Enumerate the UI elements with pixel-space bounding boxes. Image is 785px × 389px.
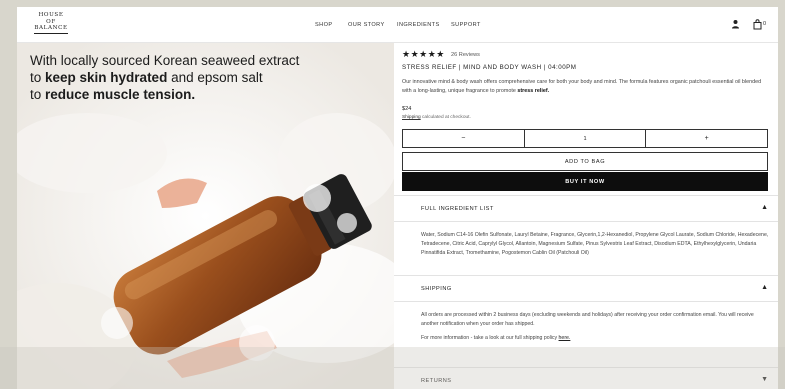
- rating-stars-icon[interactable]: ★★★★★: [402, 49, 445, 60]
- user-icon[interactable]: [731, 19, 740, 29]
- product-price: $24: [402, 106, 412, 112]
- description-emphasis: stress relief.: [517, 87, 550, 94]
- qty-minus-button[interactable]: −: [403, 130, 524, 147]
- chevron-up-icon[interactable]: ▲: [761, 284, 768, 291]
- shipping-note: Shipping calculated at checkout.: [402, 115, 471, 120]
- quantity-stepper: − 1 +: [402, 129, 768, 148]
- shipping-link[interactable]: Shipping: [402, 115, 421, 120]
- nav-our-story[interactable]: OUR STORY: [348, 22, 385, 28]
- chevron-down-icon[interactable]: ▼: [761, 376, 768, 383]
- hero-bold-1: keep skin hydrated: [45, 70, 168, 85]
- logo-line-2: OF: [46, 18, 56, 25]
- accordion-ingredients-body: Water, Sodium C14-16 Olefin Sulfonate, L…: [394, 221, 778, 275]
- logo-line-3: BALANCE: [34, 25, 68, 34]
- nav-shop[interactable]: SHOP: [315, 22, 332, 28]
- accordion-shipping-body: All orders are processed within 2 busine…: [394, 301, 778, 357]
- shipping-policy-link[interactable]: here.: [559, 335, 571, 341]
- ingredients-text: Water, Sodium C14-16 Olefin Sulfonate, L…: [421, 232, 769, 256]
- qty-value[interactable]: 1: [523, 130, 647, 147]
- hero-bold-2: reduce muscle tension.: [45, 87, 196, 102]
- hero-line-1: With locally sourced Korean seaweed extr…: [30, 53, 300, 68]
- reviews-link[interactable]: 26 Reviews: [451, 52, 480, 58]
- qty-plus-button[interactable]: +: [646, 130, 767, 147]
- shipping-text-1: All orders are processed within 2 busine…: [421, 312, 754, 327]
- buy-now-button[interactable]: BUY IT NOW: [402, 172, 768, 191]
- cart-count: 0: [763, 21, 767, 27]
- accordion-returns-header[interactable]: RETURNS ▼: [394, 367, 778, 389]
- hero-line-2: to keep skin hydrated and epsom salt: [30, 70, 263, 85]
- logo-line-1: HOUSE: [38, 12, 64, 18]
- accordion-shipping-title: SHIPPING: [421, 286, 452, 292]
- product-title: STRESS RELIEF | MIND AND BODY WASH | 04:…: [402, 64, 577, 71]
- accordion-ingredients-header[interactable]: FULL INGREDIENT LIST ▲: [394, 195, 778, 221]
- page-frame: HOUSE OF BALANCE SHOP OUR STORY INGREDIE…: [17, 7, 778, 389]
- site-header: HOUSE OF BALANCE SHOP OUR STORY INGREDIE…: [17, 7, 778, 43]
- accordion-shipping-header[interactable]: SHIPPING ▲: [394, 275, 778, 301]
- cart-icon[interactable]: [753, 19, 762, 30]
- hero-image: With locally sourced Korean seaweed extr…: [17, 43, 394, 389]
- nav-ingredients[interactable]: INGREDIENTS: [397, 22, 440, 28]
- add-to-bag-button[interactable]: ADD TO BAG: [402, 152, 768, 171]
- product-description: Our innovative mind & body wash offers c…: [402, 79, 762, 94]
- hero-headline: With locally sourced Korean seaweed extr…: [30, 52, 330, 103]
- chevron-up-icon[interactable]: ▲: [761, 204, 768, 211]
- shipping-text-2: For more information - take a look at ou…: [421, 335, 571, 341]
- product-panel: ★★★★★ 26 Reviews STRESS RELIEF | MIND AN…: [394, 43, 778, 389]
- hero-line-3: to reduce muscle tension.: [30, 87, 196, 102]
- accordion-ingredients-title: FULL INGREDIENT LIST: [421, 206, 494, 212]
- logo[interactable]: HOUSE OF BALANCE: [29, 12, 73, 34]
- accordion-returns-title: RETURNS: [421, 378, 452, 384]
- nav-support[interactable]: SUPPORT: [451, 22, 481, 28]
